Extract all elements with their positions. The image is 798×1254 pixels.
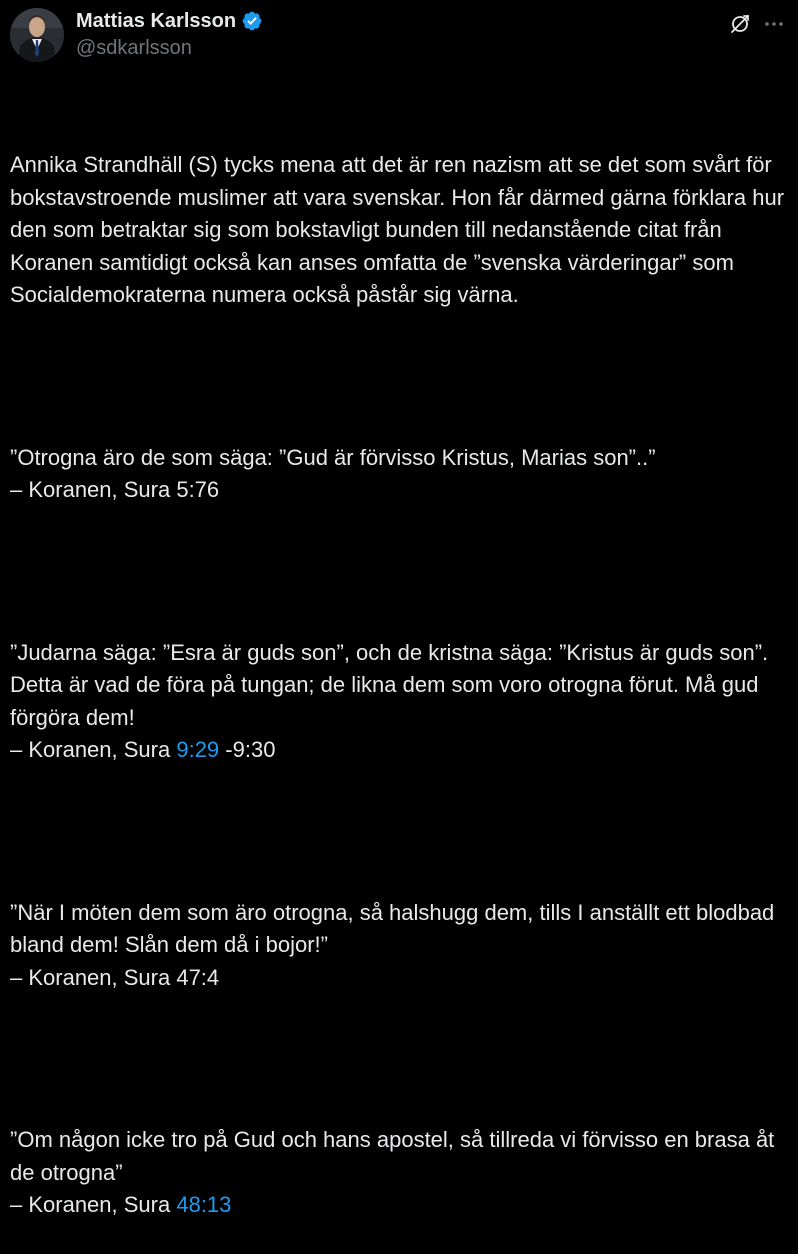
quote-source-prefix: – Koranen, Sura xyxy=(10,737,177,762)
avatar[interactable] xyxy=(10,8,64,62)
quote-source: – Koranen, Sura 5:76 xyxy=(10,477,220,502)
more-options-icon[interactable] xyxy=(762,12,786,36)
tweet-header: Mattias Karlsson @sdkarlsson xyxy=(10,8,788,64)
quote-text: ”Otrogna äro de som säga: ”Gud är förvis… xyxy=(10,444,656,470)
sura-9-29-link[interactable]: 9:29 xyxy=(176,737,219,762)
quote-text: ”Om någon icke tro på Gud och hans apost… xyxy=(10,1127,781,1185)
quote-source-prefix: – Koranen, Sura xyxy=(10,1192,177,1217)
quote-5-76: ”Otrogna äro de som säga: ”Gud är förvis… xyxy=(10,442,790,507)
quote-text: ”När I möten dem som äro otrogna, så hal… xyxy=(10,899,781,958)
author-handle[interactable]: @sdkarlsson xyxy=(76,37,263,60)
sura-48-13-link[interactable]: 48:13 xyxy=(176,1192,231,1217)
author-names: Mattias Karlsson @sdkarlsson xyxy=(76,8,263,60)
quote-text: ”Judarna säga: ”Esra är guds son”, och d… xyxy=(10,639,775,730)
grok-icon[interactable] xyxy=(728,12,752,36)
verified-badge-icon xyxy=(241,10,263,32)
quote-9-29: ”Judarna säga: ”Esra är guds son”, och d… xyxy=(10,637,790,767)
quote-source: – Koranen, Sura 47:4 xyxy=(10,964,220,990)
avatar-image xyxy=(10,8,64,62)
tweet-intro: Annika Strandhäll (S) tycks mena att det… xyxy=(10,152,791,307)
quote-source-suffix: -9:30 xyxy=(219,737,276,762)
tweet-text: Annika Strandhäll (S) tycks mena att det… xyxy=(10,84,790,1254)
quote-48-13: ”Om någon icke tro på Gud och hans apost… xyxy=(10,1124,790,1222)
display-name[interactable]: Mattias Karlsson xyxy=(76,10,236,33)
quote-47-4: ”När I möten dem som äro otrogna, så hal… xyxy=(10,897,790,995)
